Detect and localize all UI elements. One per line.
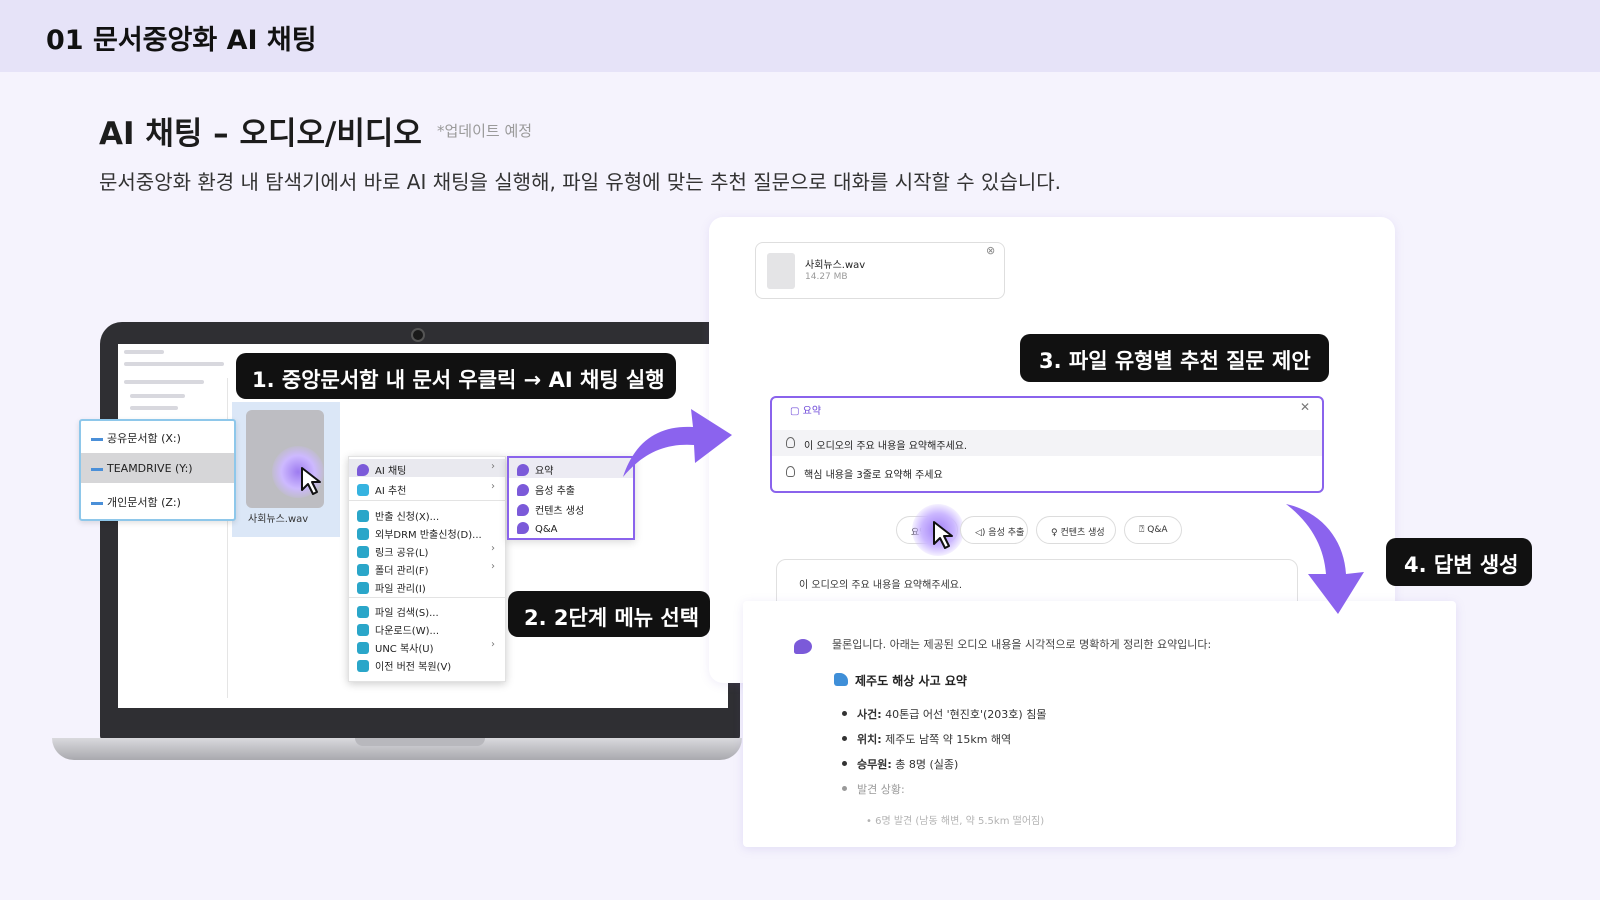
menu-item[interactable]: 반출 신청(X)... xyxy=(349,505,505,523)
app-icon xyxy=(357,624,369,636)
chat-bubble-icon xyxy=(517,522,529,534)
answer-sub-bullet: • 6명 발견 (남동 해변, 약 5.5km 떨어짐) xyxy=(866,816,1045,827)
step-3-label: 3. 파일 유형별 추천 질문 제안 xyxy=(1020,334,1329,382)
submenu-item-qa[interactable]: Q&A xyxy=(509,518,633,538)
step-1-label: 1. 중앙문서함 내 문서 우클릭 → AI 채팅 실행 xyxy=(236,353,676,399)
menu-item[interactable]: UNC 복사(U) › xyxy=(349,637,505,655)
context-menu: AI 채팅 › AI 추천 › 반출 신청(X)... 외부DRM 반출신청(D).… xyxy=(348,456,506,682)
answer-bullet: 발견 상황: xyxy=(842,781,905,797)
attachment-size: 14.27 MB xyxy=(805,272,848,282)
menu-item[interactable]: 파일 관리(I) xyxy=(349,577,505,595)
chat-bubble-icon xyxy=(517,504,529,516)
answer-bullet: 승무원: 총 8명 (실종) xyxy=(842,756,958,772)
drive-list: 공유문서함 (X:) TEAMDRIVE (Y:) 개인문서함 (Z:) xyxy=(79,419,236,521)
drive-item[interactable]: 개인문서함 (Z:) xyxy=(81,485,234,515)
drive-icon xyxy=(91,432,103,441)
app-icon xyxy=(357,642,369,654)
answer-intro: 물론입니다. 아래는 제공된 오디오 내용을 시각적으로 명확하게 정리한 요약… xyxy=(832,638,1212,651)
ai-avatar-icon xyxy=(794,639,812,654)
chevron-right-icon: › xyxy=(491,461,495,472)
speaker-icon: ◁) xyxy=(975,528,989,538)
chip-content-create[interactable]: ♀ 컨텐츠 생성 xyxy=(1036,516,1116,544)
lightbulb-icon xyxy=(786,466,795,477)
ai-recommend-icon xyxy=(357,484,369,496)
menu-item-ai-chat[interactable]: AI 채팅 › xyxy=(349,459,505,477)
suggestion-header: ▢ 요약 xyxy=(790,406,822,417)
chevron-right-icon: › xyxy=(491,561,495,572)
cursor-icon xyxy=(301,467,321,495)
user-query: 이 오디오의 주요 내용을 요약해주세요. xyxy=(776,559,1298,603)
camera-icon xyxy=(411,328,425,342)
file-name-label: 사회뉴스.wav xyxy=(248,514,309,525)
answer-bullet: 사건: 40톤급 어선 '현진호'(203호) 침몰 xyxy=(842,706,1046,722)
menu-item-ai-recommend[interactable]: AI 추천 › xyxy=(349,479,505,497)
wave-icon xyxy=(834,673,848,686)
menu-item[interactable]: 폴더 관리(F) › xyxy=(349,559,505,577)
attachment-name: 사회뉴스.wav xyxy=(805,260,866,271)
app-icon xyxy=(357,510,369,522)
flow-arrow-icon xyxy=(623,409,732,477)
menu-item[interactable]: 파일 검색(S)... xyxy=(349,601,505,619)
menu-item[interactable]: 외부DRM 반출신청(D)... xyxy=(349,523,505,541)
step-2-label: 2. 2단계 메뉴 선택 xyxy=(508,591,710,637)
chevron-right-icon: › xyxy=(491,543,495,554)
step-4-label: 4. 답변 생성 xyxy=(1386,538,1532,586)
flow-arrow-icon xyxy=(1286,504,1364,614)
audio-file-icon xyxy=(767,253,795,289)
chip-qa[interactable]: ⍰ Q&A xyxy=(1124,516,1182,544)
drive-item-selected[interactable]: TEAMDRIVE (Y:) xyxy=(81,453,234,483)
chevron-right-icon: › xyxy=(491,481,495,492)
drive-icon xyxy=(91,496,103,505)
page-title: 01 문서중앙화 AI 채팅 xyxy=(46,25,317,56)
close-icon[interactable]: ⊗ xyxy=(986,244,995,257)
suggestion-item[interactable]: 핵심 내용을 3줄로 요약해 주세요 xyxy=(772,459,1322,485)
submenu-item-content[interactable]: 컨텐츠 생성 xyxy=(509,498,633,518)
app-icon xyxy=(357,660,369,672)
menu-item[interactable]: 다운로드(W)... xyxy=(349,619,505,637)
answer-title: 제주도 해상 사고 요약 xyxy=(855,674,967,688)
update-note: *업데이트 예정 xyxy=(437,122,533,140)
chat-bubble-icon xyxy=(357,464,369,476)
app-icon xyxy=(357,564,369,576)
document-icon: ▢ xyxy=(790,406,803,417)
app-icon xyxy=(357,582,369,594)
app-icon xyxy=(357,528,369,540)
app-icon xyxy=(357,606,369,618)
chat-bubble-icon xyxy=(517,464,529,476)
app-icon xyxy=(357,546,369,558)
lightbulb-icon xyxy=(786,437,795,448)
close-icon[interactable]: ✕ xyxy=(1300,400,1310,414)
drive-icon xyxy=(91,462,103,471)
chat-bubble-icon xyxy=(517,484,529,496)
answer-bullet: 위치: 제주도 남쪽 약 15km 해역 xyxy=(842,731,1011,747)
cursor-icon xyxy=(933,521,953,549)
section-title: AI 채팅 – 오디오/비디오 xyxy=(99,116,422,152)
menu-item[interactable]: 이전 버전 복원(V) xyxy=(349,655,505,673)
chevron-right-icon: › xyxy=(491,639,495,650)
menu-item[interactable]: 링크 공유(L) › xyxy=(349,541,505,559)
suggestion-item[interactable]: 이 오디오의 주요 내용을 요약해주세요. xyxy=(772,430,1322,456)
chip-voice-extract[interactable]: ◁) 음성 추출 xyxy=(960,516,1028,544)
drive-item[interactable]: 공유문서함 (X:) xyxy=(81,421,234,451)
section-description: 문서중앙화 환경 내 탐색기에서 바로 AI 채팅을 실행해, 파일 유형에 맞… xyxy=(99,170,1062,194)
